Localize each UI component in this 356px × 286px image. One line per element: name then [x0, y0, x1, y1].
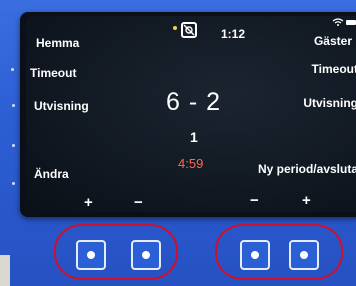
side-indicator-dot [12, 104, 15, 107]
away-button-group-highlight [215, 224, 343, 280]
away-timeout-button[interactable]: Timeout [312, 62, 356, 76]
battery-icon [346, 20, 356, 25]
game-clock[interactable]: 4:59 [178, 156, 203, 171]
no-whistle-icon [181, 22, 197, 38]
home-plus-label: + [84, 194, 93, 211]
edit-button[interactable]: Ändra [34, 167, 69, 181]
home-penalty-button[interactable]: Utvisning [34, 99, 89, 113]
scoreboard-device: 1:12 Hemma Gäster Timeout Timeout Utvisn… [0, 0, 356, 286]
side-indicator-dot [11, 68, 14, 71]
indicator-dot [173, 26, 177, 30]
new-period-end-button[interactable]: Ny period/avsluta [258, 162, 356, 176]
away-penalty-button[interactable]: Utvisning [303, 96, 356, 110]
away-plus-label: + [302, 192, 311, 209]
device-edge [0, 255, 10, 286]
away-team-label: Gäster [313, 34, 352, 48]
away-minus-label: − [250, 192, 259, 209]
period-number: 1 [190, 129, 198, 145]
home-timeout-button[interactable]: Timeout [30, 66, 76, 80]
away-plus-button[interactable] [289, 240, 319, 270]
away-minus-button[interactable] [240, 240, 270, 270]
wifi-icon [332, 18, 344, 26]
side-indicator-dot [12, 144, 15, 147]
score-display: 6 - 2 [166, 88, 222, 116]
system-time: 1:12 [221, 27, 246, 41]
home-plus-button[interactable] [76, 240, 106, 270]
side-indicator-dot [12, 182, 15, 185]
display-screen: 1:12 Hemma Gäster Timeout Timeout Utvisn… [26, 16, 356, 212]
home-minus-label: − [134, 194, 143, 211]
home-minus-button[interactable] [131, 240, 161, 270]
home-team-label: Hemma [36, 36, 80, 50]
